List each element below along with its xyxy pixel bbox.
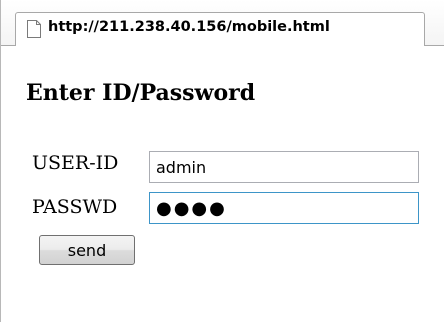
- tab-url: http://211.238.40.156/mobile.html: [48, 19, 330, 35]
- password-label: PASSWD: [32, 196, 118, 218]
- tab-bar: http://211.238.40.156/mobile.html: [1, 0, 444, 46]
- page-icon: [27, 20, 41, 38]
- user-id-input[interactable]: [149, 151, 419, 183]
- password-input[interactable]: [149, 192, 419, 224]
- browser-window: http://211.238.40.156/mobile.html Enter …: [0, 0, 444, 322]
- page-title: Enter ID/Password: [26, 80, 256, 106]
- send-button[interactable]: send: [39, 235, 135, 265]
- user-id-label: USER-ID: [32, 152, 119, 174]
